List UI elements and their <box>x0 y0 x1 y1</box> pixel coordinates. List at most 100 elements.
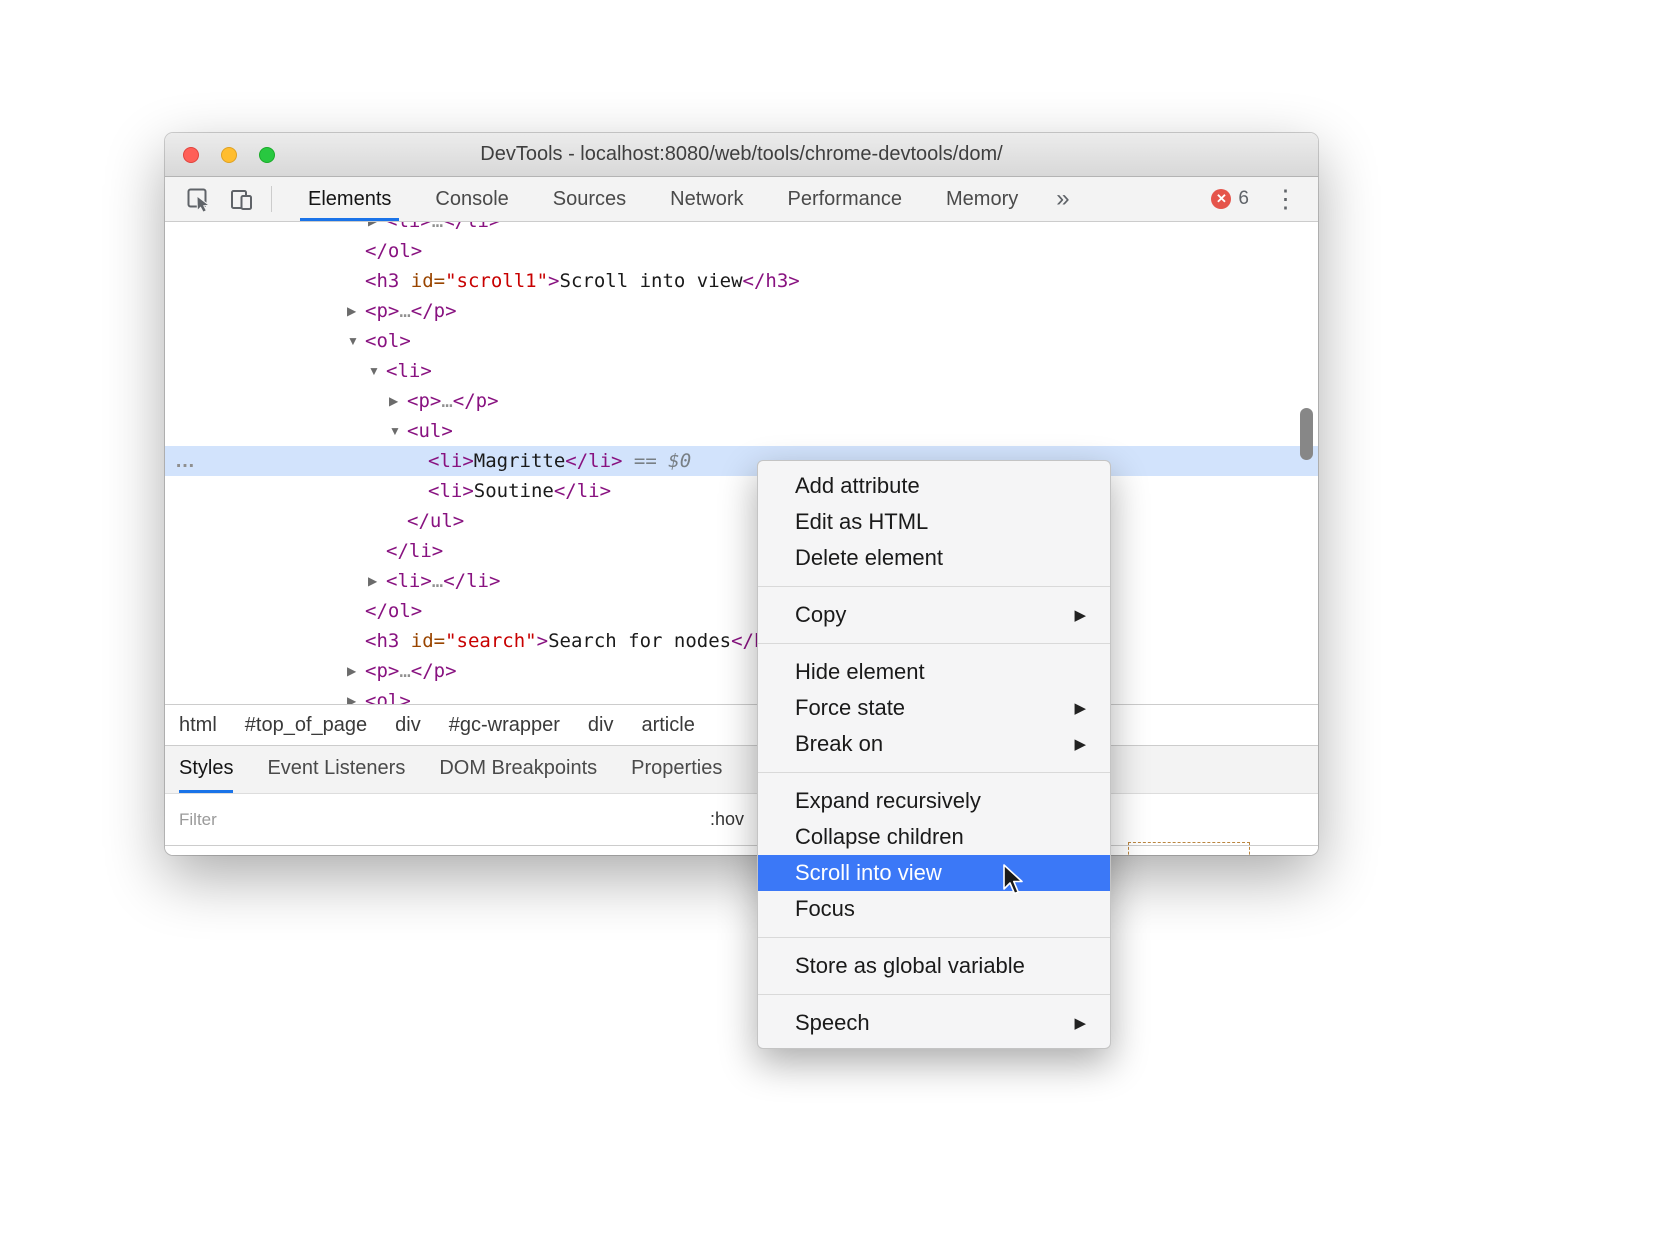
breadcrumb-item-gcwrapper[interactable]: #gc-wrapper <box>435 714 574 737</box>
breadcrumb-item-div[interactable]: div <box>381 714 435 737</box>
row-ellipsis-marker[interactable]: … <box>175 446 196 476</box>
breadcrumb-item-div[interactable]: div <box>574 714 628 737</box>
menu-item-collapse-children[interactable]: Collapse children <box>758 819 1110 855</box>
title-bar[interactable]: DevTools - localhost:8080/web/tools/chro… <box>165 133 1318 177</box>
node-markup: <h3 id="scroll1">Scroll into view</h3> <box>365 266 800 296</box>
device-toolbar-icon[interactable] <box>228 186 255 213</box>
token-tg: <li> <box>386 360 432 382</box>
collapse-arrow-icon[interactable]: ▼ <box>368 356 380 386</box>
token-tx: Magritte <box>474 450 566 472</box>
sidebar-tab-properties[interactable]: Properties <box>631 746 722 793</box>
tree-node-row[interactable]: ▶<li>…</li> <box>165 566 1318 596</box>
breadcrumb-item-article[interactable]: article <box>627 714 708 737</box>
tree-node-row[interactable]: ▼<ul> <box>165 416 1318 446</box>
menu-item-speech[interactable]: Speech▶ <box>758 1005 1110 1041</box>
expand-arrow-icon[interactable]: ▶ <box>389 386 398 416</box>
menu-item-expand-recursively[interactable]: Expand recursively <box>758 783 1110 819</box>
tree-node-row[interactable]: ▶ <ol> <box>165 686 1318 704</box>
expand-arrow-icon[interactable]: ▶ <box>347 296 356 326</box>
tree-node-row[interactable]: ▶ <li>…</li> <box>165 222 1318 236</box>
tree-node-row[interactable]: ▶ <p>…</p> <box>165 386 1318 416</box>
menu-separator <box>758 937 1110 938</box>
sidebar-tab-dom-breakpoints[interactable]: DOM Breakpoints <box>439 746 597 793</box>
tab-network[interactable]: Network <box>648 177 765 221</box>
menu-item-focus[interactable]: Focus <box>758 891 1110 927</box>
tab-sources[interactable]: Sources <box>531 177 648 221</box>
token-d0: $0 <box>668 450 691 472</box>
token-tg: <li> <box>386 570 432 592</box>
tree-node-row[interactable]: <li>Soutine</li> <box>165 476 1318 506</box>
minimize-window-button[interactable] <box>221 147 237 163</box>
error-badge[interactable]: ✕ 6 <box>1211 188 1249 210</box>
breadcrumb-item-html[interactable]: html <box>165 714 231 737</box>
token-at: id= <box>411 630 445 652</box>
styles-filter-input[interactable] <box>165 810 710 830</box>
kebab-menu-icon[interactable]: ⋮ <box>1269 184 1302 214</box>
token-tg: <li> <box>428 480 474 502</box>
tree-node-row[interactable]: </ul> <box>165 506 1318 536</box>
token-tg: <li> <box>386 222 432 232</box>
devtools-window: DevTools - localhost:8080/web/tools/chro… <box>165 133 1318 855</box>
node-markup: <li>Magritte</li> == $0 <box>428 446 691 476</box>
toolbar-divider <box>271 186 272 212</box>
menu-item-force-state[interactable]: Force state▶ <box>758 690 1110 726</box>
token-tg: </li> <box>386 540 443 562</box>
context-menu: Add attributeEdit as HTMLDelete element C… <box>757 460 1111 1049</box>
dom-tree: ▶<li>…</li></ol><h3 id="scroll1">Scroll … <box>165 222 1318 704</box>
expand-arrow-icon[interactable]: ▶ <box>347 656 356 686</box>
token-tg: <p> <box>365 660 399 682</box>
tree-node-row[interactable]: … <li>Magritte</li> == $0 <box>165 446 1318 476</box>
tab-console[interactable]: Console <box>413 177 530 221</box>
token-tg: <p> <box>365 300 399 322</box>
tab-memory[interactable]: Memory <box>924 177 1040 221</box>
tree-node-row[interactable]: ▶<p>…</p> <box>165 656 1318 686</box>
menu-item-copy[interactable]: Copy▶ <box>758 597 1110 633</box>
styles-filter-bar: :hov <box>165 793 1318 846</box>
token-tx: Scroll into view <box>560 270 743 292</box>
more-tabs-button[interactable]: » <box>1040 185 1085 213</box>
submenu-arrow-icon: ▶ <box>1074 1014 1086 1032</box>
collapse-arrow-icon[interactable]: ▼ <box>389 416 401 446</box>
tree-node-row[interactable]: ▶<p>…</p> <box>165 296 1318 326</box>
node-markup: <li>Soutine</li> <box>428 476 611 506</box>
menu-item-break-on[interactable]: Break on▶ <box>758 726 1110 762</box>
menu-item-scroll-into-view[interactable]: Scroll into view <box>758 855 1110 891</box>
token-tg: > <box>548 270 559 292</box>
menu-item-store-as-global-variable[interactable]: Store as global variable <box>758 948 1110 984</box>
error-icon: ✕ <box>1211 189 1231 209</box>
tree-node-row[interactable]: ▼<ol> <box>165 326 1318 356</box>
error-count: 6 <box>1238 188 1249 210</box>
tree-node-row[interactable]: ▼ <li> <box>165 356 1318 386</box>
breadcrumb-item-top_of_page[interactable]: #top_of_page <box>231 714 381 737</box>
menu-item-edit-as-html[interactable]: Edit as HTML <box>758 504 1110 540</box>
expand-arrow-icon[interactable]: ▶ <box>368 222 377 236</box>
scrollbar-thumb[interactable] <box>1300 408 1313 460</box>
sidebar-tab-event-listeners[interactable]: Event Listeners <box>267 746 405 793</box>
zoom-window-button[interactable] <box>259 147 275 163</box>
token-tg: <li> <box>428 450 474 472</box>
token-tx: Soutine <box>474 480 554 502</box>
menu-item-add-attribute[interactable]: Add attribute <box>758 468 1110 504</box>
collapse-arrow-icon[interactable]: ▼ <box>347 326 359 356</box>
tree-lines-container: ▶<li>…</li></ol><h3 id="scroll1">Scroll … <box>165 222 1318 704</box>
tree-node-row[interactable]: </ol> <box>165 596 1318 626</box>
sidebar-tab-styles[interactable]: Styles <box>179 746 233 793</box>
tree-node-row[interactable]: <h3 id="search">Search for nodes</h3> <box>165 626 1318 656</box>
tree-node-row[interactable]: </li> <box>165 536 1318 566</box>
expand-arrow-icon[interactable]: ▶ <box>368 566 377 596</box>
toggle-element-state-button[interactable]: :hov <box>710 809 744 830</box>
tab-performance[interactable]: Performance <box>766 177 925 221</box>
traffic-lights <box>183 133 275 176</box>
node-markup: <li>…</li> <box>386 222 500 236</box>
token-tg: </li> <box>443 570 500 592</box>
tree-node-row[interactable]: <h3 id="scroll1">Scroll into view</h3> <box>165 266 1318 296</box>
node-markup: <p>…</p> <box>407 386 499 416</box>
tab-elements[interactable]: Elements <box>286 177 413 221</box>
close-window-button[interactable] <box>183 147 199 163</box>
expand-arrow-icon[interactable]: ▶ <box>347 686 356 704</box>
menu-item-hide-element[interactable]: Hide element <box>758 654 1110 690</box>
inspect-element-icon[interactable] <box>185 186 212 213</box>
node-markup: <ol> <box>365 686 411 704</box>
tree-node-row[interactable]: </ol> <box>165 236 1318 266</box>
menu-item-delete-element[interactable]: Delete element <box>758 540 1110 576</box>
